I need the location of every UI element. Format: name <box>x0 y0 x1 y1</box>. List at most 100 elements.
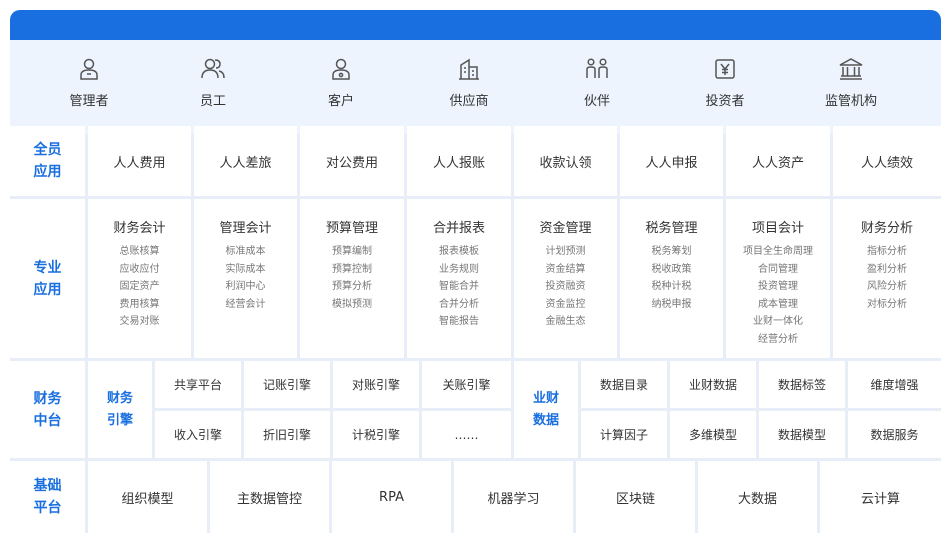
all-staff-item[interactable]: 人人费用 <box>88 126 191 196</box>
building-icon <box>459 58 479 80</box>
data-item[interactable]: 数据目录 <box>581 361 667 408</box>
role-label: 员工 <box>199 94 226 109</box>
data-item[interactable]: 业财数据 <box>670 361 756 408</box>
all-staff-item[interactable]: 对公费用 <box>300 126 404 196</box>
row-label-text: 全员 应用 <box>33 142 62 180</box>
role-investor: 投资者 <box>660 40 790 134</box>
engine-item[interactable]: …… <box>422 411 511 458</box>
module-item: 盈利分析 <box>867 263 907 275</box>
customer-icon <box>332 58 350 80</box>
module-title: 管理会计 <box>219 221 272 236</box>
module-item: 交易对账 <box>119 316 160 327</box>
all-staff-item[interactable]: 人人报账 <box>407 126 511 196</box>
row-label-middle: 财务 中台 <box>10 361 85 458</box>
top-bar <box>10 10 941 40</box>
role-label: 投资者 <box>705 94 745 109</box>
row-label-all-staff: 全员 应用 <box>10 126 85 196</box>
all-staff-item[interactable]: 收款认领 <box>514 126 617 196</box>
data-item[interactable]: 计算因子 <box>581 411 667 458</box>
row-label-professional: 专业 应用 <box>10 199 85 358</box>
module-item: 智能报告 <box>439 316 479 327</box>
row-label-text: 基础 平台 <box>33 478 62 516</box>
investor-icon <box>715 59 735 79</box>
module-item: 预算分析 <box>332 281 372 292</box>
role-label: 客户 <box>327 94 354 109</box>
role-partner: 伙伴 <box>532 40 662 134</box>
module-title: 财务分析 <box>860 221 913 236</box>
module-item: 利润中心 <box>225 281 266 292</box>
users-icon <box>201 58 225 79</box>
module-treasury[interactable]: 资金管理 计划预测 资金结算 投资融资 资金监控 金融生态 <box>514 199 617 358</box>
module-item: 计划预测 <box>545 246 586 257</box>
module-tax-management[interactable]: 税务管理 税务筹划 税收政策 税种计税 纳税申报 <box>620 199 723 358</box>
institution-icon <box>839 58 863 80</box>
module-item: 预算控制 <box>332 263 372 275</box>
module-item: 费用核算 <box>119 298 160 310</box>
data-item[interactable]: 多维模型 <box>670 411 756 458</box>
module-financial-accounting[interactable]: 财务会计 总账核算 应收应付 固定资产 费用核算 交易对账 <box>88 199 191 358</box>
engine-item[interactable]: 计税引擎 <box>333 411 419 458</box>
module-financial-analysis[interactable]: 财务分析 指标分析 盈利分析 风险分析 对标分析 <box>833 199 941 358</box>
all-staff-item[interactable]: 人人申报 <box>620 126 723 196</box>
module-project-accounting[interactable]: 项目会计 项目全生命周理 合同管理 投资管理 成本管理 业财一体化 经营分析 <box>726 199 830 358</box>
data-group-label: 业财 数据 <box>514 361 578 458</box>
role-band: 管理者 员工 客户 供应商 伙伴 投资者 监管机构 <box>10 40 941 134</box>
role-label: 供应商 <box>449 94 489 109</box>
base-item[interactable]: 区块链 <box>576 461 695 533</box>
module-item: 实际成本 <box>225 263 266 275</box>
module-item: 投资管理 <box>758 281 798 292</box>
base-item[interactable]: RPA <box>332 461 451 533</box>
engine-item[interactable]: 共享平台 <box>155 361 241 408</box>
role-label: 监管机构 <box>824 94 877 109</box>
engine-group-text: 财务 引擎 <box>106 390 133 428</box>
module-budget-management[interactable]: 预算管理 预算编制 预算控制 预算分析 模拟预测 <box>300 199 404 358</box>
base-item[interactable]: 机器学习 <box>454 461 573 533</box>
module-item: 税务筹划 <box>651 246 692 257</box>
base-item[interactable]: 组织模型 <box>88 461 207 533</box>
engine-item[interactable]: 对账引擎 <box>333 361 419 408</box>
module-item: 资金结算 <box>545 263 586 275</box>
module-item: 智能合并 <box>439 281 479 292</box>
role-customer: 客户 <box>276 40 406 134</box>
role-label: 伙伴 <box>583 94 610 109</box>
role-label: 管理者 <box>69 94 109 109</box>
module-item: 指标分析 <box>867 246 907 257</box>
module-item: 税收政策 <box>651 263 692 275</box>
module-title: 资金管理 <box>539 221 592 236</box>
data-item[interactable]: 数据服务 <box>848 411 941 458</box>
module-item: 应收应付 <box>119 263 160 275</box>
module-title: 税务管理 <box>645 221 698 236</box>
module-title: 预算管理 <box>325 221 378 236</box>
engine-item[interactable]: 收入引擎 <box>155 411 241 458</box>
architecture-diagram: 管理者 员工 客户 供应商 伙伴 投资者 监管机构 全员 应用 人人费用 人人差… <box>10 10 941 533</box>
base-item[interactable]: 大数据 <box>698 461 817 533</box>
module-item: 预算编制 <box>332 246 372 257</box>
module-item: 投资融资 <box>545 281 586 292</box>
row-label-base: 基础 平台 <box>10 461 85 533</box>
module-consolidated-reports[interactable]: 合并报表 报表模板 业务规则 智能合并 合并分析 智能报告 <box>407 199 511 358</box>
row-label-text: 财务 中台 <box>33 390 62 429</box>
module-item: 模拟预测 <box>332 298 372 310</box>
user-icon <box>80 58 98 80</box>
data-item[interactable]: 数据标签 <box>759 361 845 408</box>
all-staff-item[interactable]: 人人差旅 <box>194 126 297 196</box>
engine-item[interactable]: 记账引擎 <box>244 361 330 408</box>
base-item[interactable]: 云计算 <box>820 461 941 533</box>
data-item[interactable]: 数据模型 <box>759 411 845 458</box>
module-item: 纳税申报 <box>651 298 692 310</box>
row-label-text: 专业 应用 <box>33 259 62 298</box>
all-staff-item[interactable]: 人人资产 <box>726 126 830 196</box>
module-management-accounting[interactable]: 管理会计 标准成本 实际成本 利润中心 经营会计 <box>194 199 297 358</box>
role-manager: 管理者 <box>24 40 154 134</box>
module-item: 对标分析 <box>867 298 907 310</box>
engine-item[interactable]: 关账引擎 <box>422 361 511 408</box>
module-item: 总账核算 <box>119 246 160 257</box>
engine-item[interactable]: 折旧引擎 <box>244 411 330 458</box>
module-item: 业财一体化 <box>753 316 803 327</box>
all-staff-item[interactable]: 人人绩效 <box>833 126 941 196</box>
module-item: 经营会计 <box>225 298 266 310</box>
module-item: 业务规则 <box>439 263 479 275</box>
base-item[interactable]: 主数据管控 <box>210 461 329 533</box>
role-regulator: 监管机构 <box>786 40 916 134</box>
data-item[interactable]: 维度增强 <box>848 361 941 408</box>
